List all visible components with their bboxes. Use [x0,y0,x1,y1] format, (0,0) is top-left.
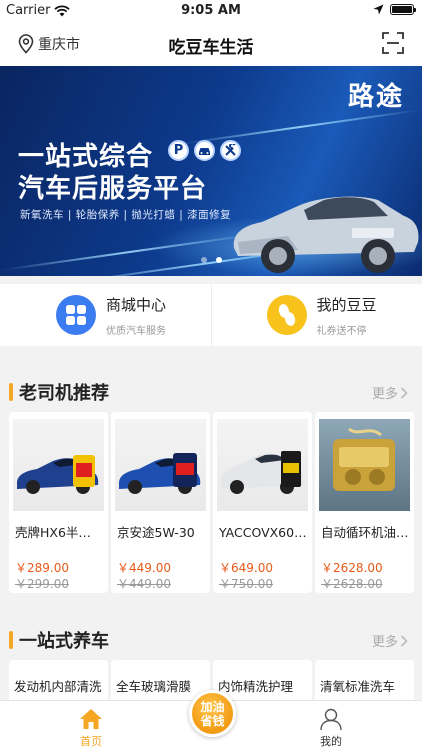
carousel-dot[interactable] [200,257,207,263]
mall-center-entry[interactable]: 商城中心 优质汽车服务 [0,284,211,346]
service-name: 发动机内部清洗 [14,679,102,694]
page-title: 吃豆车生活 [168,38,254,58]
services-more-link[interactable]: 更多 [372,631,408,650]
chevron-right-icon [400,634,408,647]
more-label: 更多 [371,387,398,402]
nav-bar: 重庆市 吃豆车生活 [0,22,422,66]
scan-icon [382,32,404,54]
tab-mine-label: 我的 [320,735,342,748]
product-image [217,419,308,511]
product-image [319,419,410,511]
car-wash-icon [194,140,215,161]
banner-services: 新氧洗车 | 轮胎保养 | 抛光打蜡 | 漆面修复 [20,209,232,221]
mall-center-desc: 优质汽车服务 [106,326,166,337]
fuel-savings-line-1: 加油 [200,699,225,714]
mall-grid-icon [56,295,96,335]
product-name: 京安途5W-30 [117,525,195,540]
service-badges: P [168,140,241,161]
my-beans-entry[interactable]: 我的豆豆 礼券送不停 [210,284,422,346]
parking-icon: P [168,140,189,161]
mall-center-label: 商城中心 [106,296,167,314]
beans-icon [266,295,307,335]
product-original-price: ￥299.00 [15,577,69,591]
tab-home-label: 首页 [80,735,102,748]
service-name: 清氧标准洗车 [320,679,396,694]
fuel-savings-line-2: 省钱 [200,713,225,728]
service-name: 内饰精洗护理 [218,679,294,694]
product-card[interactable]: 自动循环机油清洗 ￥2628.00 ￥2628.00 [315,412,414,593]
tools-icon [220,140,241,161]
product-image [115,419,206,511]
product-name: YACCOVX600全合成 [219,525,307,540]
product-original-price: ￥2628.00 [321,577,383,591]
location-arrow-icon [373,4,384,15]
section-accent-bar [9,631,13,649]
brand-logo-text: 路途 [347,82,404,112]
product-image [13,419,104,511]
product-price: ￥449.00 [117,561,171,575]
product-price: ￥2628.00 [321,561,383,575]
battery-icon [390,4,416,15]
product-original-price: ￥750.00 [219,577,273,591]
recommend-section-title: 老司机推荐 [19,383,109,404]
clock: 9:05 AM [181,3,241,18]
product-card[interactable]: 京安途5W-30 ￥449.00 ￥449.00 [111,412,210,593]
tab-home[interactable]: 首页 [51,705,131,749]
service-name: 全车玻璃滑膜 [116,679,192,694]
carousel-indicator [0,257,422,263]
product-price: ￥289.00 [15,561,69,575]
user-icon [320,708,342,731]
fuel-savings-button[interactable]: 加油 省钱 [189,690,236,737]
product-card[interactable]: 壳牌HX6半合成机油 ￥289.00 ￥299.00 [9,412,108,593]
scan-button[interactable] [382,32,404,58]
promo-banner[interactable]: 路途 一站式综合 汽车后服务平台 P 新氧洗车 | 轮胎保养 | 抛光打蜡 | … [0,66,422,276]
product-list: 壳牌HX6半合成机油 ￥289.00 ￥299.00 京安途5W-30 ￥449… [9,412,414,593]
recommend-section-header: 老司机推荐 更多 [0,369,422,413]
home-icon [80,709,102,729]
product-name: 自动循环机油清洗 [321,525,409,540]
status-bar: Carrier 9:05 AM [0,0,422,22]
tab-mine[interactable]: 我的 [291,705,371,749]
my-beans-label: 我的豆豆 [316,296,377,314]
more-label: 更多 [371,635,398,650]
section-accent-bar [9,383,13,401]
product-price: ￥649.00 [219,561,273,575]
product-name: 壳牌HX6半合成机油 [15,525,103,540]
services-section-header: 一站式养车 更多 [0,617,422,661]
banner-headline-2: 汽车后服务平台 [18,174,208,204]
chevron-right-icon [400,386,408,399]
product-card[interactable]: YACCOVX600全合成 ￥649.00 ￥750.00 [213,412,312,593]
carousel-dot-active[interactable] [215,257,222,263]
quick-entry-row: 商城中心 优质汽车服务 我的豆豆 礼券送不停 [0,284,422,346]
my-beans-desc: 礼券送不停 [316,326,367,337]
product-original-price: ￥449.00 [117,577,171,591]
services-section-title: 一站式养车 [19,631,109,652]
recommend-more-link[interactable]: 更多 [372,383,408,402]
